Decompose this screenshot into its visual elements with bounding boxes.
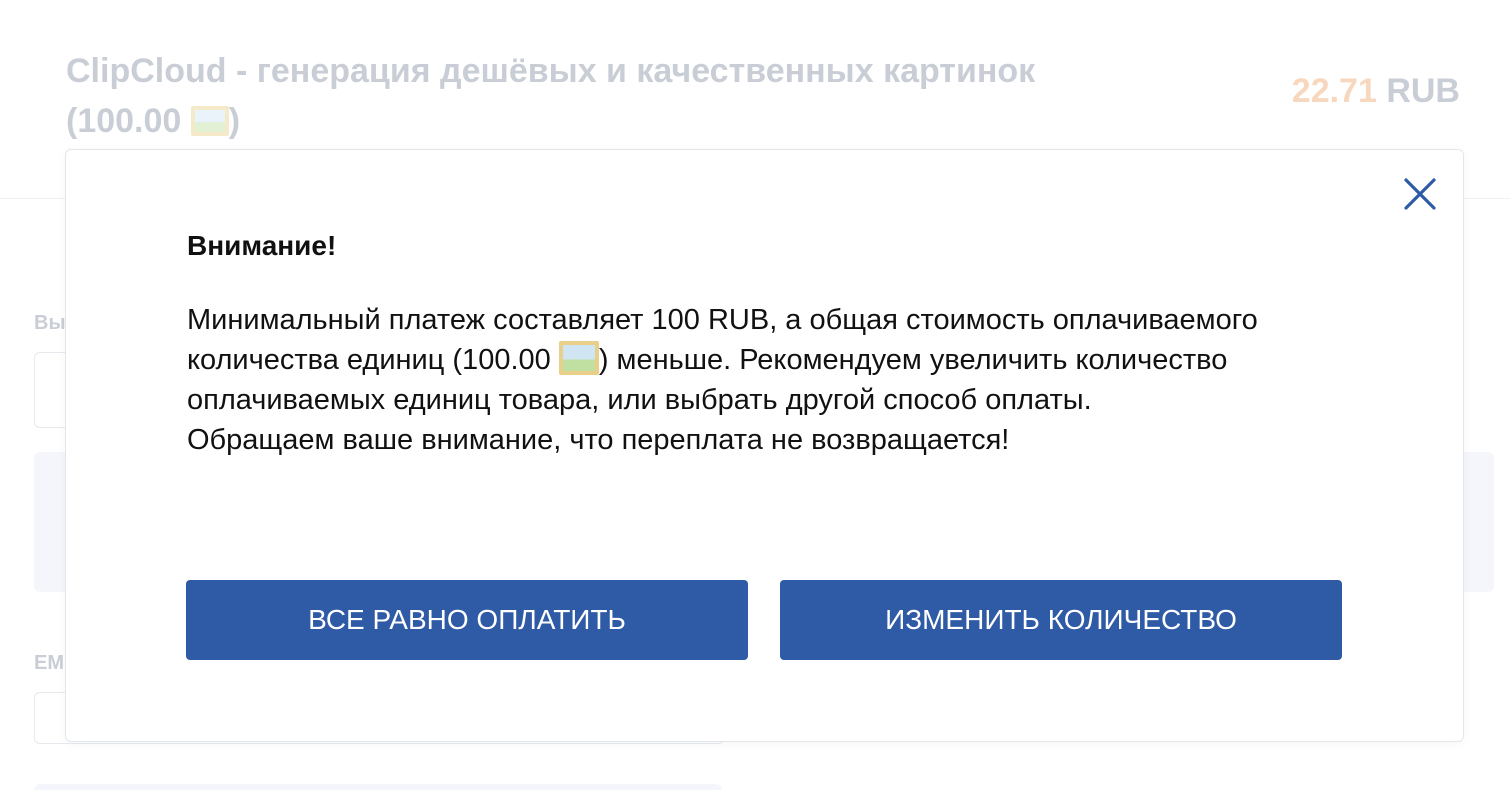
message-paragraph: Минимальный платеж составляет 100 RUB, а… — [187, 300, 1347, 420]
pay-anyway-button[interactable]: Все равно оплатить — [186, 580, 748, 660]
overpayment-notice: Обращаем ваше внимание, что переплата не… — [187, 424, 1010, 456]
framed-picture-icon — [558, 341, 599, 375]
field-label-email: EM — [34, 652, 64, 674]
warning-modal: Внимание! Минимальный платеж составляет … — [65, 149, 1464, 742]
modal-message: Минимальный платеж составляет 100 RUB, а… — [187, 300, 1347, 460]
product-units-text: (100.00 — [66, 102, 191, 140]
product-units-close: ) — [228, 102, 241, 140]
product-title: ClipCloud - генерация дешёвых и качестве… — [66, 46, 1066, 146]
page: ClipCloud - генерация дешёвых и качестве… — [0, 0, 1510, 790]
price-amount: 22.71 — [1291, 72, 1377, 110]
product-title-text: ClipCloud - генерация дешёвых и качестве… — [66, 52, 1036, 90]
field-label-method: Вы — [34, 312, 66, 334]
close-button[interactable] — [1402, 176, 1438, 212]
change-quantity-button[interactable]: Изменить количество — [780, 580, 1342, 660]
submit-area — [34, 784, 722, 790]
product-price: 22.71 RUB — [1292, 72, 1460, 111]
framed-picture-icon — [190, 106, 229, 136]
modal-heading: Внимание! — [187, 230, 337, 261]
price-currency: RUB — [1386, 72, 1460, 110]
close-icon — [1404, 178, 1436, 210]
